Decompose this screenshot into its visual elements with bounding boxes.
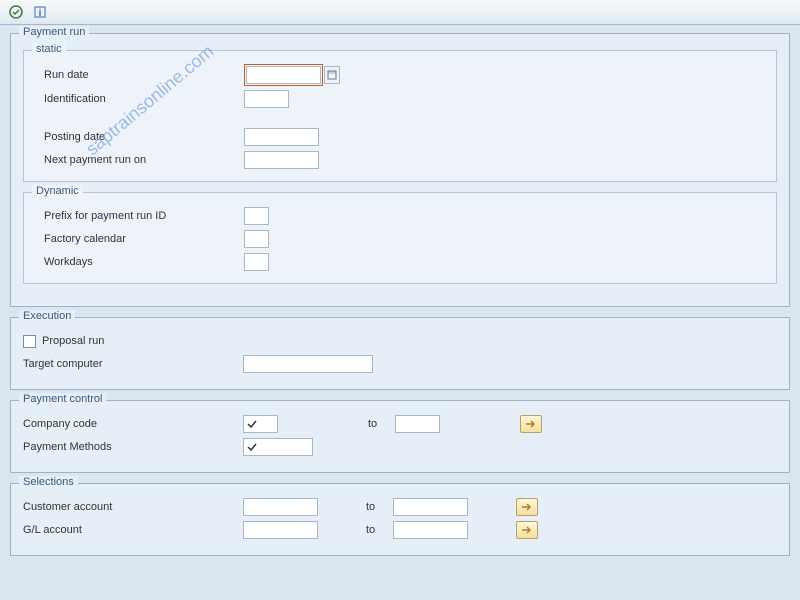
main-content: saptrainsonline.com Payment run static R… (0, 25, 800, 574)
gl-account-to-input[interactable] (393, 521, 468, 539)
next-payment-input[interactable] (244, 151, 319, 169)
identification-label: Identification (44, 93, 244, 105)
company-code-to-label: to (368, 418, 377, 430)
customer-account-label: Customer account (23, 501, 243, 513)
workdays-label: Workdays (44, 256, 244, 268)
run-date-label: Run date (44, 69, 244, 81)
static-legend: static (32, 43, 66, 55)
dynamic-group: Dynamic Prefix for payment run ID Factor… (23, 192, 777, 284)
gl-account-multiselect-icon[interactable] (516, 521, 538, 539)
payment-run-group: Payment run static Run date (10, 33, 790, 307)
payment-methods-label: Payment Methods (23, 441, 243, 453)
customer-account-from-input[interactable] (243, 498, 318, 516)
workdays-input[interactable] (244, 253, 269, 271)
identification-input[interactable] (244, 90, 289, 108)
gl-account-label: G/L account (23, 524, 243, 536)
run-date-input[interactable] (246, 66, 321, 84)
proposal-run-checkbox[interactable] (23, 335, 36, 348)
customer-account-multiselect-icon[interactable] (516, 498, 538, 516)
checkmark-icon (246, 441, 258, 453)
svg-text:i: i (39, 8, 42, 19)
execute-icon[interactable] (8, 4, 24, 20)
company-code-from-input[interactable] (243, 415, 278, 433)
next-payment-label: Next payment run on (44, 154, 244, 166)
execution-legend: Execution (19, 310, 75, 322)
target-computer-label: Target computer (23, 358, 243, 370)
company-code-label: Company code (23, 418, 243, 430)
payment-methods-input[interactable] (243, 438, 313, 456)
factory-calendar-input[interactable] (244, 230, 269, 248)
selections-legend: Selections (19, 476, 78, 488)
gl-account-from-input[interactable] (243, 521, 318, 539)
static-group: static Run date Identification (23, 50, 777, 182)
company-code-multiselect-icon[interactable] (520, 415, 542, 433)
company-code-to-input[interactable] (395, 415, 440, 433)
factory-calendar-label: Factory calendar (44, 233, 244, 245)
execution-group: Execution Proposal run Target computer (10, 317, 790, 390)
dynamic-legend: Dynamic (32, 185, 83, 197)
run-date-help-icon[interactable] (324, 66, 340, 84)
gl-account-to-label: to (366, 524, 375, 536)
payment-run-legend: Payment run (19, 26, 89, 38)
posting-date-label: Posting date (44, 131, 244, 143)
payment-control-group: Payment control Company code to Payment … (10, 400, 790, 473)
payment-control-legend: Payment control (19, 393, 106, 405)
posting-date-input[interactable] (244, 128, 319, 146)
proposal-run-label: Proposal run (42, 335, 104, 347)
target-computer-input[interactable] (243, 355, 373, 373)
prefix-label: Prefix for payment run ID (44, 210, 244, 222)
info-icon[interactable]: i (32, 4, 48, 20)
customer-account-to-input[interactable] (393, 498, 468, 516)
checkmark-icon (246, 418, 258, 430)
customer-account-to-label: to (366, 501, 375, 513)
prefix-input[interactable] (244, 207, 269, 225)
selections-group: Selections Customer account to G/L accou… (10, 483, 790, 556)
app-toolbar: i (0, 0, 800, 25)
